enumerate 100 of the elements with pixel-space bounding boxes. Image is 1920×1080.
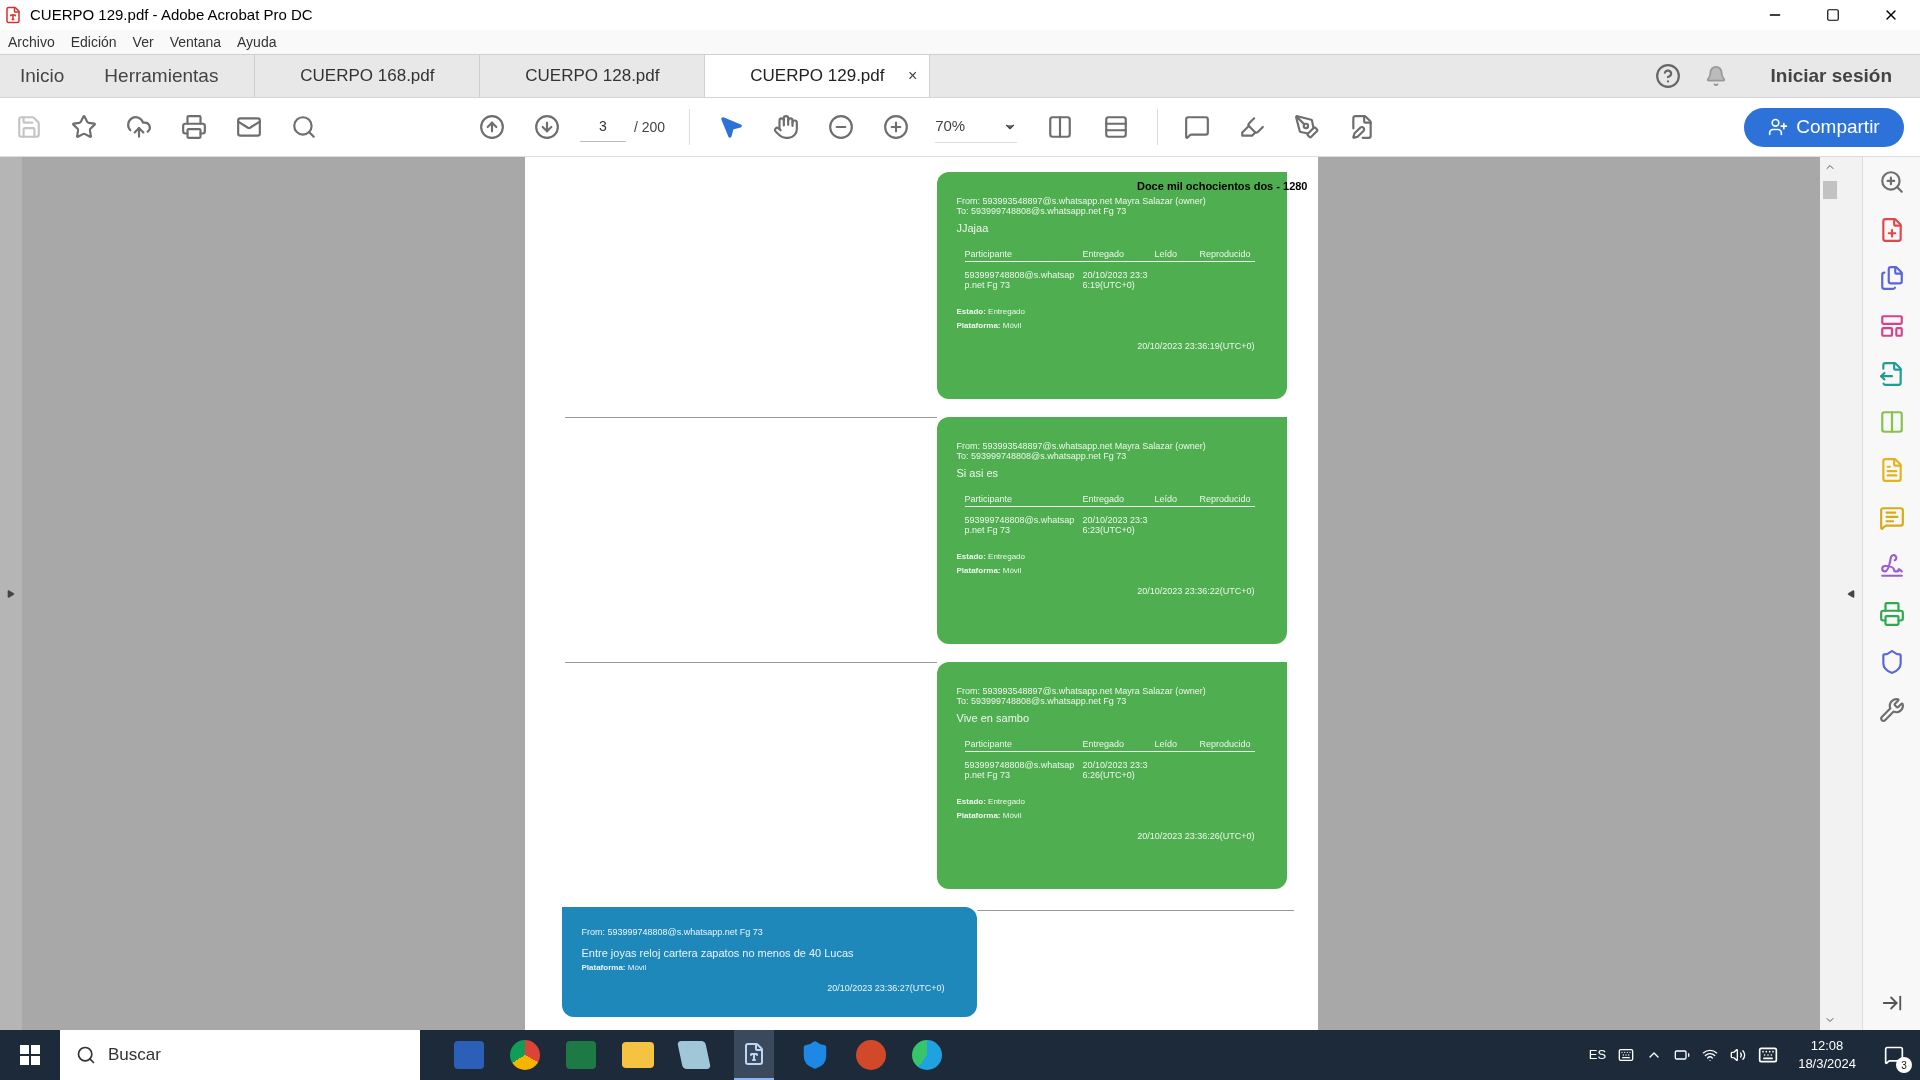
column-header: Participante [964, 738, 1014, 749]
battery-icon[interactable] [1674, 1047, 1691, 1063]
search-icon [76, 1045, 96, 1065]
platform-text: Plataforma: Móvil [581, 961, 648, 974]
column-header: Leído [1154, 738, 1179, 749]
column-header: Entregado [1082, 248, 1126, 259]
message-text: JJajaa [956, 221, 990, 236]
message-text: Entre joyas reloj cartera zapatos no menos de 40 Lucas [581, 946, 855, 961]
timestamp-text: 20/10/2023 23:36:19(UTC+0) [1137, 339, 1255, 353]
message-text: Si asi es [956, 466, 1000, 481]
timestamp-text: 20/10/2023 23:36:26(UTC+0) [1137, 829, 1255, 843]
hand-icon[interactable] [773, 114, 800, 140]
sender-text: From: 593999748808@s.whatsapp.net Fg 73 [581, 927, 764, 937]
share-button[interactable]: Compartir [1744, 107, 1904, 147]
page-number-field[interactable]: 3 [580, 112, 626, 142]
clock-date: 18/3/2024 [1798, 1055, 1856, 1073]
keyboard-icon[interactable] [1618, 1047, 1635, 1063]
table-cell-text: 20/10/2023 23:36:23(UTC+0) [1082, 514, 1149, 535]
highlighter-icon[interactable] [1239, 114, 1266, 140]
recipient-text: To: 593999748808@s.whatsapp.net Fg 73 [956, 206, 1128, 216]
document-tab[interactable]: CUERPO 129.pdf × [705, 55, 931, 97]
clock-time: 12:08 [1810, 1037, 1844, 1055]
help-icon[interactable] [1654, 63, 1681, 89]
page-down-icon[interactable] [534, 114, 560, 140]
pointer-icon[interactable] [718, 114, 745, 140]
pdf-app-icon[interactable] [734, 1030, 774, 1080]
recipient-text: To: 593999748808@s.whatsapp.net Fg 73 [956, 451, 1128, 461]
status-text: Estado: Entregado [956, 795, 1026, 808]
nav-tab[interactable]: Herramientas [84, 55, 256, 97]
printer-icon[interactable] [1878, 601, 1905, 627]
timestamp-text: 20/10/2023 23:36:27(UTC+0) [827, 981, 945, 995]
column-header: Leído [1154, 493, 1179, 504]
message-text: Vive en sambo [956, 711, 1031, 726]
tab-close-button[interactable]: × [908, 64, 918, 88]
language-indicator[interactable]: ES [1588, 1045, 1607, 1065]
upload-icon[interactable] [126, 114, 152, 140]
scroll-thumb[interactable] [1823, 181, 1837, 199]
menu-item[interactable]: Archivo [8, 31, 55, 53]
volume-icon[interactable] [1730, 1047, 1747, 1063]
notes-app-icon[interactable] [677, 1041, 711, 1069]
wifi-icon[interactable] [1702, 1047, 1719, 1063]
table-cell-text: 593999748808@s.whatsapp.net Fg 73 [964, 759, 1076, 780]
status-text: Estado: Entregado [956, 550, 1026, 563]
column-header: Entregado [1082, 493, 1126, 504]
column-header: Reproducido [1199, 248, 1252, 259]
page-up-icon[interactable] [479, 114, 505, 140]
table-cell-text: 20/10/2023 23:36:19(UTC+0) [1082, 269, 1149, 290]
sender-text: From: 593993548897@s.whatsapp.net Mayra Salazar (owner) [956, 686, 1207, 696]
recipient-text: To: 593999748808@s.whatsapp.net Fg 73 [956, 696, 1128, 706]
column-header: Entregado [1082, 738, 1126, 749]
notification-count: 3 [1896, 1057, 1912, 1073]
column-header: Participante [964, 493, 1014, 504]
taskbar-search-field[interactable]: Buscar [60, 1030, 420, 1080]
sender-text: From: 593993548897@s.whatsapp.net Mayra Salazar (owner) [956, 196, 1207, 206]
signature-icon[interactable] [1878, 553, 1905, 579]
platform-text: Plataforma: Móvil [956, 809, 1023, 822]
page-count-text: / 200 [634, 117, 666, 137]
add-user-icon [1768, 117, 1789, 137]
collapse-arrow-icon[interactable] [1847, 589, 1855, 598]
touch-keyboard-icon[interactable] [1758, 1045, 1779, 1065]
file-export-icon[interactable] [1878, 361, 1905, 387]
sender-text: From: 593993548897@s.whatsapp.net Mayra Salazar (owner) [956, 441, 1207, 451]
zoom-icon[interactable] [1878, 169, 1905, 195]
sign-in-link[interactable]: Iniciar sesión [1770, 61, 1892, 91]
document-tab[interactable]: CUERPO 168.pdf [255, 55, 481, 97]
fit-page-icon[interactable] [1047, 114, 1074, 140]
pdf-app-icon [4, 6, 22, 24]
menu-item[interactable]: Edición [70, 31, 117, 53]
layout-icon[interactable] [1878, 313, 1905, 339]
platform-text: Plataforma: Móvil [956, 564, 1023, 577]
column-header: Reproducido [1199, 738, 1252, 749]
expand-arrow-icon[interactable] [7, 589, 15, 598]
star-icon[interactable] [71, 114, 97, 140]
menu-item[interactable]: Ventana [169, 31, 221, 53]
search-icon[interactable] [291, 114, 317, 140]
menu-item[interactable]: Ver [132, 31, 154, 53]
zoom-dropdown[interactable]: 70% [935, 111, 1018, 143]
wrench-icon[interactable] [1878, 697, 1905, 723]
column-header: Reproducido [1199, 493, 1252, 504]
window-title: CUERPO 129.pdf - Adobe Acrobat Pro DC [30, 4, 313, 25]
browser-app-icon[interactable] [510, 1040, 540, 1070]
zoom-out-icon[interactable] [828, 114, 855, 140]
scroll-mode-icon[interactable] [1103, 114, 1130, 140]
platform-text: Plataforma: Móvil [956, 319, 1023, 332]
mail-icon[interactable] [236, 114, 262, 140]
nav-tab[interactable]: Inicio [0, 55, 85, 97]
table-cell-text: 593999748808@s.whatsapp.net Fg 73 [964, 269, 1076, 290]
menu-item[interactable]: Ayuda [237, 31, 277, 53]
table-cell-text: 20/10/2023 23:36:26(UTC+0) [1082, 759, 1149, 780]
status-text: Estado: Entregado [956, 305, 1026, 318]
column-header: Leído [1154, 248, 1179, 259]
column-header: Participante [964, 248, 1014, 259]
timestamp-text: 20/10/2023 23:36:22(UTC+0) [1137, 584, 1255, 598]
zoom-in-icon[interactable] [883, 114, 910, 140]
table-cell-text: 593999748808@s.whatsapp.net Fg 73 [964, 514, 1076, 535]
comment-icon[interactable] [1184, 114, 1211, 140]
pen-icon[interactable] [1294, 114, 1321, 140]
printer-icon[interactable] [181, 114, 207, 140]
files-icon[interactable] [1878, 265, 1905, 291]
maximize-icon[interactable] [1826, 8, 1840, 22]
